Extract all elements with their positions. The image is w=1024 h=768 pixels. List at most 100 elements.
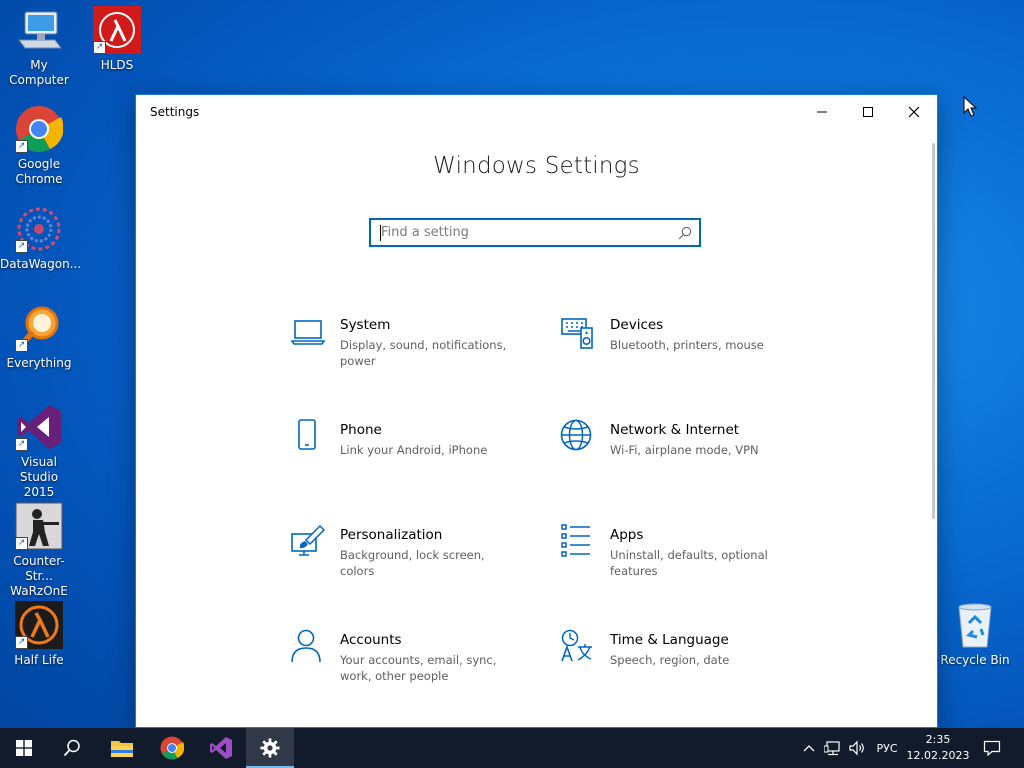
tile-title: Accounts — [340, 632, 402, 648]
network-icon — [824, 741, 840, 756]
action-center-button[interactable] — [978, 728, 1006, 768]
window-title: Settings — [150, 105, 200, 119]
tile-title: System — [340, 317, 391, 333]
shortcut-arrow-icon: ↗ — [93, 41, 106, 54]
shortcut-arrow-icon: ↗ — [15, 140, 28, 153]
magnifier-orange-icon: ↗ — [15, 304, 63, 352]
tile-title: Personalization — [340, 527, 443, 543]
vertical-scrollbar[interactable] — [932, 143, 935, 519]
tile-description: Speech, region, date — [610, 653, 730, 667]
desktop-icon-half-life[interactable]: ↗ Half Life — [0, 601, 78, 668]
taskbar-settings[interactable] — [246, 728, 294, 768]
chrome-icon — [160, 736, 184, 760]
desktop-icon-label: Counter-Str... WaRzOnE — [10, 554, 68, 598]
tile-title: Phone — [340, 422, 382, 438]
desktop-icon-label: Google Chrome — [15, 157, 63, 186]
taskbar-file-explorer[interactable] — [98, 728, 146, 768]
tile-phone[interactable]: Phone Link your Android, iPhone — [290, 419, 530, 469]
hlds-icon: ↗ — [93, 6, 141, 54]
tile-title: Time & Language — [610, 632, 729, 648]
maximize-button[interactable] — [845, 95, 891, 129]
visual-studio-icon — [210, 737, 232, 759]
tile-apps[interactable]: Apps Uninstall, defaults, optional featu… — [560, 524, 800, 584]
tile-personalization[interactable]: Personalization Background, lock screen,… — [290, 524, 530, 578]
taskbar-visual-studio[interactable] — [197, 728, 245, 768]
tray-overflow-button[interactable] — [800, 728, 818, 768]
desktop-icon-my-computer[interactable]: My Computer — [0, 6, 78, 88]
tile-system[interactable]: System Display, sound, notifications, po… — [290, 314, 530, 374]
desktop-icon-datawagon[interactable]: ↗ DataWagon... — [0, 205, 82, 272]
globe-icon — [560, 419, 592, 451]
paint-brush-icon — [291, 524, 326, 556]
keyboard-speaker-icon — [561, 318, 593, 349]
file-explorer-icon — [111, 741, 133, 757]
tile-title: Apps — [610, 527, 644, 543]
close-icon — [908, 106, 920, 118]
shortcut-arrow-icon: ↗ — [15, 339, 28, 352]
desktop-icon-recycle-bin[interactable]: Recycle Bin — [936, 601, 1014, 668]
tile-title: Devices — [610, 317, 664, 333]
tile-description: Wi-Fi, airplane mode, VPN — [610, 443, 759, 457]
settings-window: Settings Windows Settings System Display… — [135, 94, 938, 728]
tile-description: Bluetooth, printers, mouse — [610, 338, 764, 352]
recycle-bin-icon — [951, 601, 999, 649]
start-icon — [16, 740, 32, 756]
desktop-icon-label: Everything — [6, 356, 72, 370]
mouse-cursor-icon — [963, 95, 978, 122]
clock-time: 2:35 — [925, 733, 951, 746]
time-language-icon — [561, 629, 592, 662]
clock[interactable]: 2:35 12.02.2023 — [903, 732, 973, 764]
search-input[interactable] — [371, 220, 671, 245]
datawagon-icon: ↗ — [15, 205, 63, 253]
tile-network-internet[interactable]: Network & Internet Wi-Fi, airplane mode,… — [560, 419, 800, 469]
desktop-icon-label: HLDS — [100, 58, 134, 72]
notification-icon — [983, 740, 1001, 756]
tile-devices[interactable]: Devices Bluetooth, printers, mouse — [560, 314, 800, 374]
start-button[interactable] — [0, 728, 48, 768]
shortcut-arrow-icon: ↗ — [15, 240, 28, 253]
desktop-icon-everything[interactable]: ↗ Everything — [0, 304, 78, 371]
tile-description: Your accounts, email, sync, work, other … — [340, 653, 497, 683]
desktop-icon-google-chrome[interactable]: ↗ Google Chrome — [0, 105, 78, 187]
desktop-icon-label: DataWagon... — [0, 257, 82, 271]
phone-icon — [298, 419, 316, 450]
minimize-icon — [817, 111, 827, 113]
desktop-icon-visual-studio[interactable]: ↗ Visual Studio 2015 — [0, 403, 78, 500]
minimize-button[interactable] — [799, 95, 845, 129]
text-caret — [380, 225, 381, 241]
window-titlebar[interactable]: Settings — [136, 95, 937, 129]
desktop-icon-label: My Computer — [9, 58, 69, 87]
desktop-icon-hlds[interactable]: ↗ HLDS — [78, 6, 156, 73]
tile-description: Link your Android, iPhone — [340, 443, 488, 457]
shortcut-arrow-icon: ↗ — [15, 537, 28, 550]
search-box[interactable] — [369, 218, 701, 247]
chevron-up-icon — [803, 745, 815, 752]
tile-time-language[interactable]: Time & Language Speech, region, date — [560, 629, 800, 679]
tile-accounts[interactable]: Accounts Your accounts, email, sync, wor… — [290, 629, 530, 689]
settings-gear-icon — [260, 738, 280, 758]
maximize-icon — [863, 107, 873, 117]
taskbar-chrome[interactable] — [148, 728, 196, 768]
taskbar: РУС 2:35 12.02.2023 — [0, 728, 1024, 768]
volume-icon — [849, 740, 864, 756]
computer-icon — [15, 6, 63, 54]
desktop-icon-label: Recycle Bin — [940, 653, 1010, 667]
tile-description: Display, sound, notifications, power — [340, 338, 507, 368]
taskbar-search-button[interactable] — [48, 728, 96, 768]
tray-network-button[interactable] — [822, 728, 844, 768]
chrome-icon: ↗ — [15, 105, 64, 153]
tile-title: Network & Internet — [610, 422, 740, 438]
page-title: Windows Settings — [433, 153, 640, 179]
tile-description: Uninstall, defaults, optional features — [610, 548, 768, 578]
search-icon — [63, 739, 80, 757]
close-button[interactable] — [891, 95, 937, 129]
clock-date: 12.02.2023 — [906, 749, 970, 762]
visual-studio-icon: ↗ — [15, 403, 63, 451]
tile-description: Background, lock screen, colors — [340, 548, 485, 578]
tray-volume-button[interactable] — [846, 728, 868, 768]
input-language-indicator[interactable]: РУС — [870, 728, 904, 768]
search-icon — [678, 226, 692, 240]
desktop-icon-counter-strike[interactable]: ↗ Counter-Str... WaRzOnE — [0, 502, 78, 599]
desktop-icon-label: Visual Studio 2015 — [19, 455, 59, 499]
shortcut-arrow-icon: ↗ — [15, 636, 28, 649]
